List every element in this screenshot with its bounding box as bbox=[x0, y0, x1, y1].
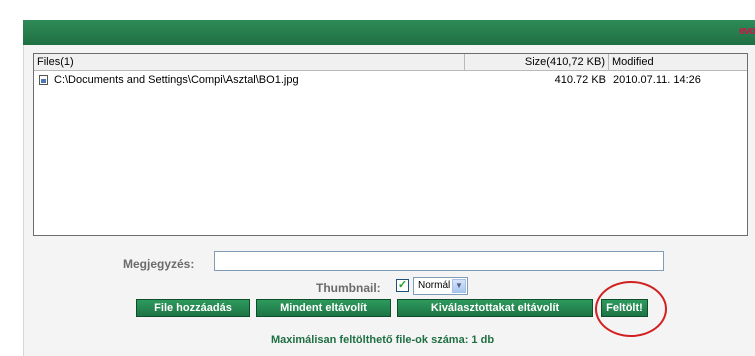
column-size[interactable]: Size(410,72 KB) bbox=[465, 54, 609, 71]
thumbnail-checkbox[interactable]: ✓ bbox=[396, 279, 409, 292]
logo: evo bbox=[739, 25, 755, 37]
highlight-circle bbox=[595, 281, 667, 337]
max-files-note: Maximálisan feltölthető file-ok száma: 1… bbox=[270, 334, 495, 346]
image-file-icon bbox=[39, 75, 48, 85]
thumbnail-size-value: Normál bbox=[418, 280, 451, 291]
file-name: C:\Documents and Settings\Compi\Asztal\B… bbox=[54, 74, 299, 86]
remove-selected-button[interactable]: Kiválasztottakat eltávolít bbox=[397, 299, 593, 317]
file-list[interactable]: Files(1) Size(410,72 KB) Modified C:\Doc… bbox=[33, 53, 748, 236]
file-list-header: Files(1) Size(410,72 KB) Modified bbox=[34, 54, 747, 71]
comment-input[interactable] bbox=[214, 251, 664, 271]
comment-label: Megjegyzés: bbox=[123, 257, 195, 271]
column-modified[interactable]: Modified bbox=[609, 54, 747, 71]
file-row[interactable]: C:\Documents and Settings\Compi\Asztal\B… bbox=[34, 73, 747, 87]
add-file-button[interactable]: File hozzáadás bbox=[136, 299, 250, 317]
chevron-down-icon[interactable]: ▼ bbox=[452, 279, 466, 293]
remove-all-button[interactable]: Mindent eltávolít bbox=[256, 299, 391, 317]
thumbnail-size-select[interactable]: Normál ▼ bbox=[413, 277, 468, 295]
panel-header: evo bbox=[23, 20, 755, 45]
column-files[interactable]: Files(1) bbox=[34, 54, 465, 71]
thumbnail-label: Thumbnail: bbox=[316, 281, 381, 295]
file-modified: 2010.07.11. 14:26 bbox=[613, 74, 701, 86]
file-size: 410.72 KB bbox=[554, 74, 606, 86]
